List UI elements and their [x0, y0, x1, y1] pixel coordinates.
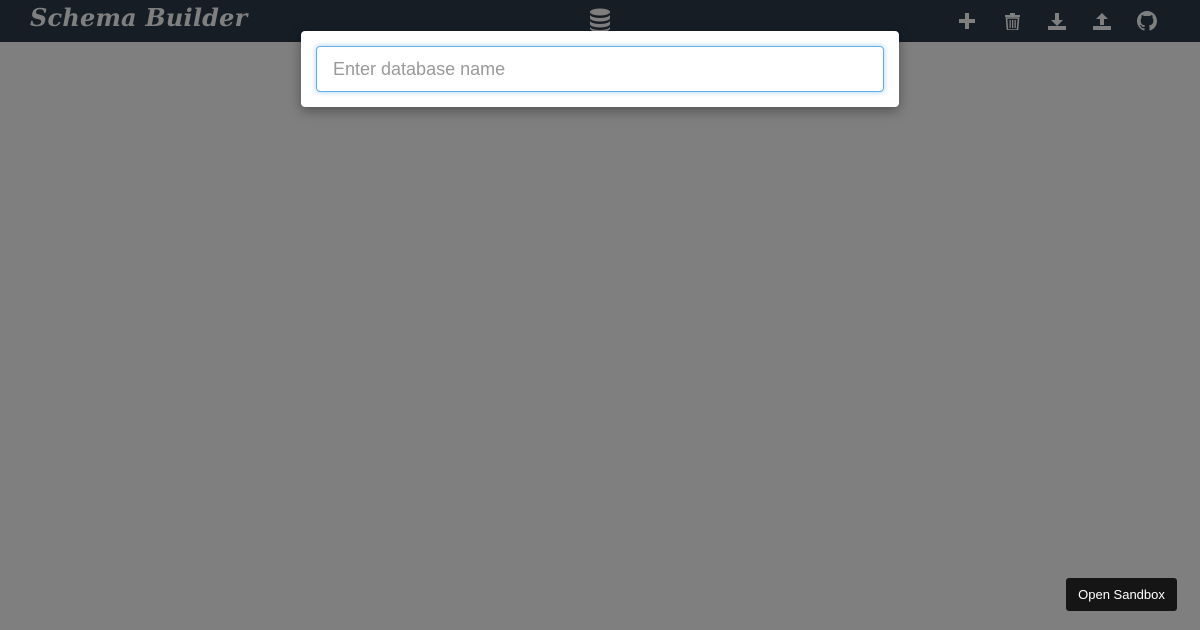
- open-sandbox-button[interactable]: Open Sandbox: [1066, 578, 1177, 611]
- database-name-input[interactable]: [316, 46, 884, 92]
- database-name-dialog: [301, 31, 899, 107]
- app-root: Schema Builder: [0, 0, 1200, 630]
